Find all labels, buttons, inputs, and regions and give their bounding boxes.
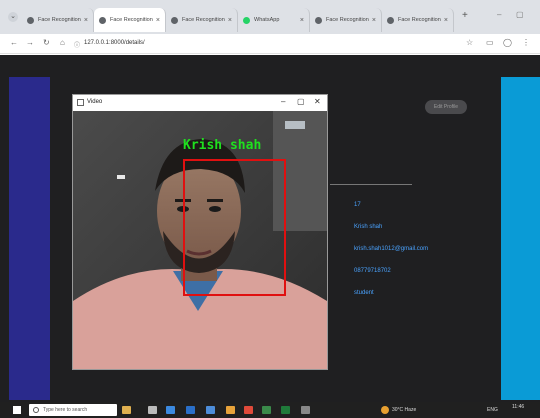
chrome-favicon-icon [99, 16, 106, 24]
minimize-window-button[interactable]: – [497, 10, 501, 19]
taskbar: Type here to search 30°C Haze ENG 11:46 [0, 402, 540, 418]
taskbar-search-placeholder: Type here to search [43, 407, 88, 413]
chrome-favicon-icon [27, 16, 34, 24]
video-close-button[interactable]: ✕ [314, 97, 321, 106]
tab-whatsapp[interactable]: WhatsApp × [238, 8, 310, 32]
taskbar-widget-icon[interactable] [122, 406, 131, 414]
face-detection-box [183, 159, 286, 296]
whatsapp-favicon-icon [243, 16, 250, 24]
video-maximize-button[interactable]: ▢ [297, 97, 305, 106]
video-minimize-button[interactable]: – [281, 97, 285, 106]
window-app-icon [77, 99, 84, 106]
tab-face-recognition-3[interactable]: Face Recognition × [166, 8, 238, 32]
detail-email: krish.shah1012@gmail.com [354, 246, 429, 252]
taskbar-search-box[interactable]: Type here to search [29, 404, 117, 416]
tab-strip: ⌄ Face Recognition × Face Recognition × … [0, 0, 540, 34]
edit-profile-button[interactable]: Edit Profile [425, 100, 467, 114]
bookmark-star-icon[interactable]: ☆ [466, 38, 473, 47]
video-window-titlebar[interactable]: Video – ▢ ✕ [73, 95, 327, 111]
close-tab-icon[interactable]: × [300, 17, 304, 24]
search-icon [33, 407, 39, 413]
tab-label: Face Recognition [182, 17, 225, 23]
right-accent-panel [501, 77, 540, 400]
chrome-favicon-icon [171, 16, 178, 24]
extensions-icon[interactable]: ▭ [486, 38, 494, 47]
detail-id: 17 [354, 202, 361, 208]
windows-start-icon[interactable] [13, 406, 21, 414]
tab-label: Face Recognition [326, 17, 369, 23]
close-tab-icon[interactable]: × [372, 17, 376, 24]
site-info-icon[interactable]: ⓘ [74, 40, 80, 49]
chrome-taskbar-icon[interactable] [244, 406, 253, 414]
clock-time[interactable]: 11:46 [512, 404, 524, 410]
details-divider [330, 184, 412, 185]
home-icon[interactable]: ⌂ [60, 38, 65, 47]
language-indicator[interactable]: ENG [487, 407, 498, 413]
taskbar-app-icon[interactable] [186, 406, 195, 414]
close-tab-icon[interactable]: × [84, 17, 88, 24]
chrome-favicon-icon [315, 16, 322, 24]
tab-face-recognition-1[interactable]: Face Recognition × [22, 8, 94, 32]
taskbar-app-icon[interactable] [206, 406, 215, 414]
weather-text[interactable]: 30°C Haze [392, 407, 416, 413]
tab-label: WhatsApp [254, 17, 280, 23]
address-bar[interactable]: 127.0.0.1:8000/details/ [84, 40, 145, 46]
new-tab-button[interactable]: + [462, 10, 468, 21]
browser-menu-icon[interactable]: ⋮ [522, 38, 530, 47]
maximize-window-button[interactable]: ▢ [516, 10, 524, 19]
detail-role: student [354, 290, 374, 296]
tab-list: Face Recognition × Face Recognition × Fa… [22, 8, 454, 32]
left-accent-panel [9, 77, 50, 400]
tab-label: Face Recognition [398, 17, 441, 23]
weather-icon[interactable] [381, 406, 389, 414]
tab-label: Face Recognition [110, 17, 153, 23]
close-tab-icon[interactable]: × [444, 17, 448, 24]
detail-phone: 08779718702 [354, 268, 391, 274]
back-arrow-icon[interactable]: ← [10, 38, 18, 47]
taskbar-app-icon[interactable] [281, 406, 290, 414]
chrome-favicon-icon [387, 16, 394, 24]
recognized-name-label: Krish shah [183, 138, 262, 153]
close-tab-icon[interactable]: × [156, 17, 160, 24]
close-tab-icon[interactable]: × [228, 17, 232, 24]
tab-face-recognition-4[interactable]: Face Recognition × [310, 8, 382, 32]
file-explorer-icon[interactable] [226, 406, 235, 414]
tab-label: Face Recognition [38, 17, 81, 23]
detail-name: Krish shah [354, 224, 383, 230]
task-view-icon[interactable] [148, 406, 157, 414]
tab-face-recognition-2[interactable]: Face Recognition × [94, 8, 166, 32]
taskbar-app-icon[interactable] [301, 406, 310, 414]
video-window-title: Video [87, 99, 103, 105]
forward-arrow-icon[interactable]: → [26, 38, 34, 47]
reload-icon[interactable]: ↻ [43, 38, 50, 47]
tab-search-icon[interactable]: ⌄ [8, 12, 18, 22]
taskbar-app-icon[interactable] [262, 406, 271, 414]
screen: ⌄ Face Recognition × Face Recognition × … [0, 0, 540, 418]
video-window[interactable]: Video – ▢ ✕ Krish shah [72, 94, 328, 370]
taskbar-app-icon[interactable] [166, 406, 175, 414]
webcam-frame: Krish shah [73, 111, 327, 369]
tab-face-recognition-5[interactable]: Face Recognition × [382, 8, 454, 32]
browser-toolbar: ← → ↻ ⌂ ⓘ 127.0.0.1:8000/details/ ☆ ▭ ◯ … [0, 34, 540, 54]
profile-icon[interactable]: ◯ [503, 38, 512, 47]
